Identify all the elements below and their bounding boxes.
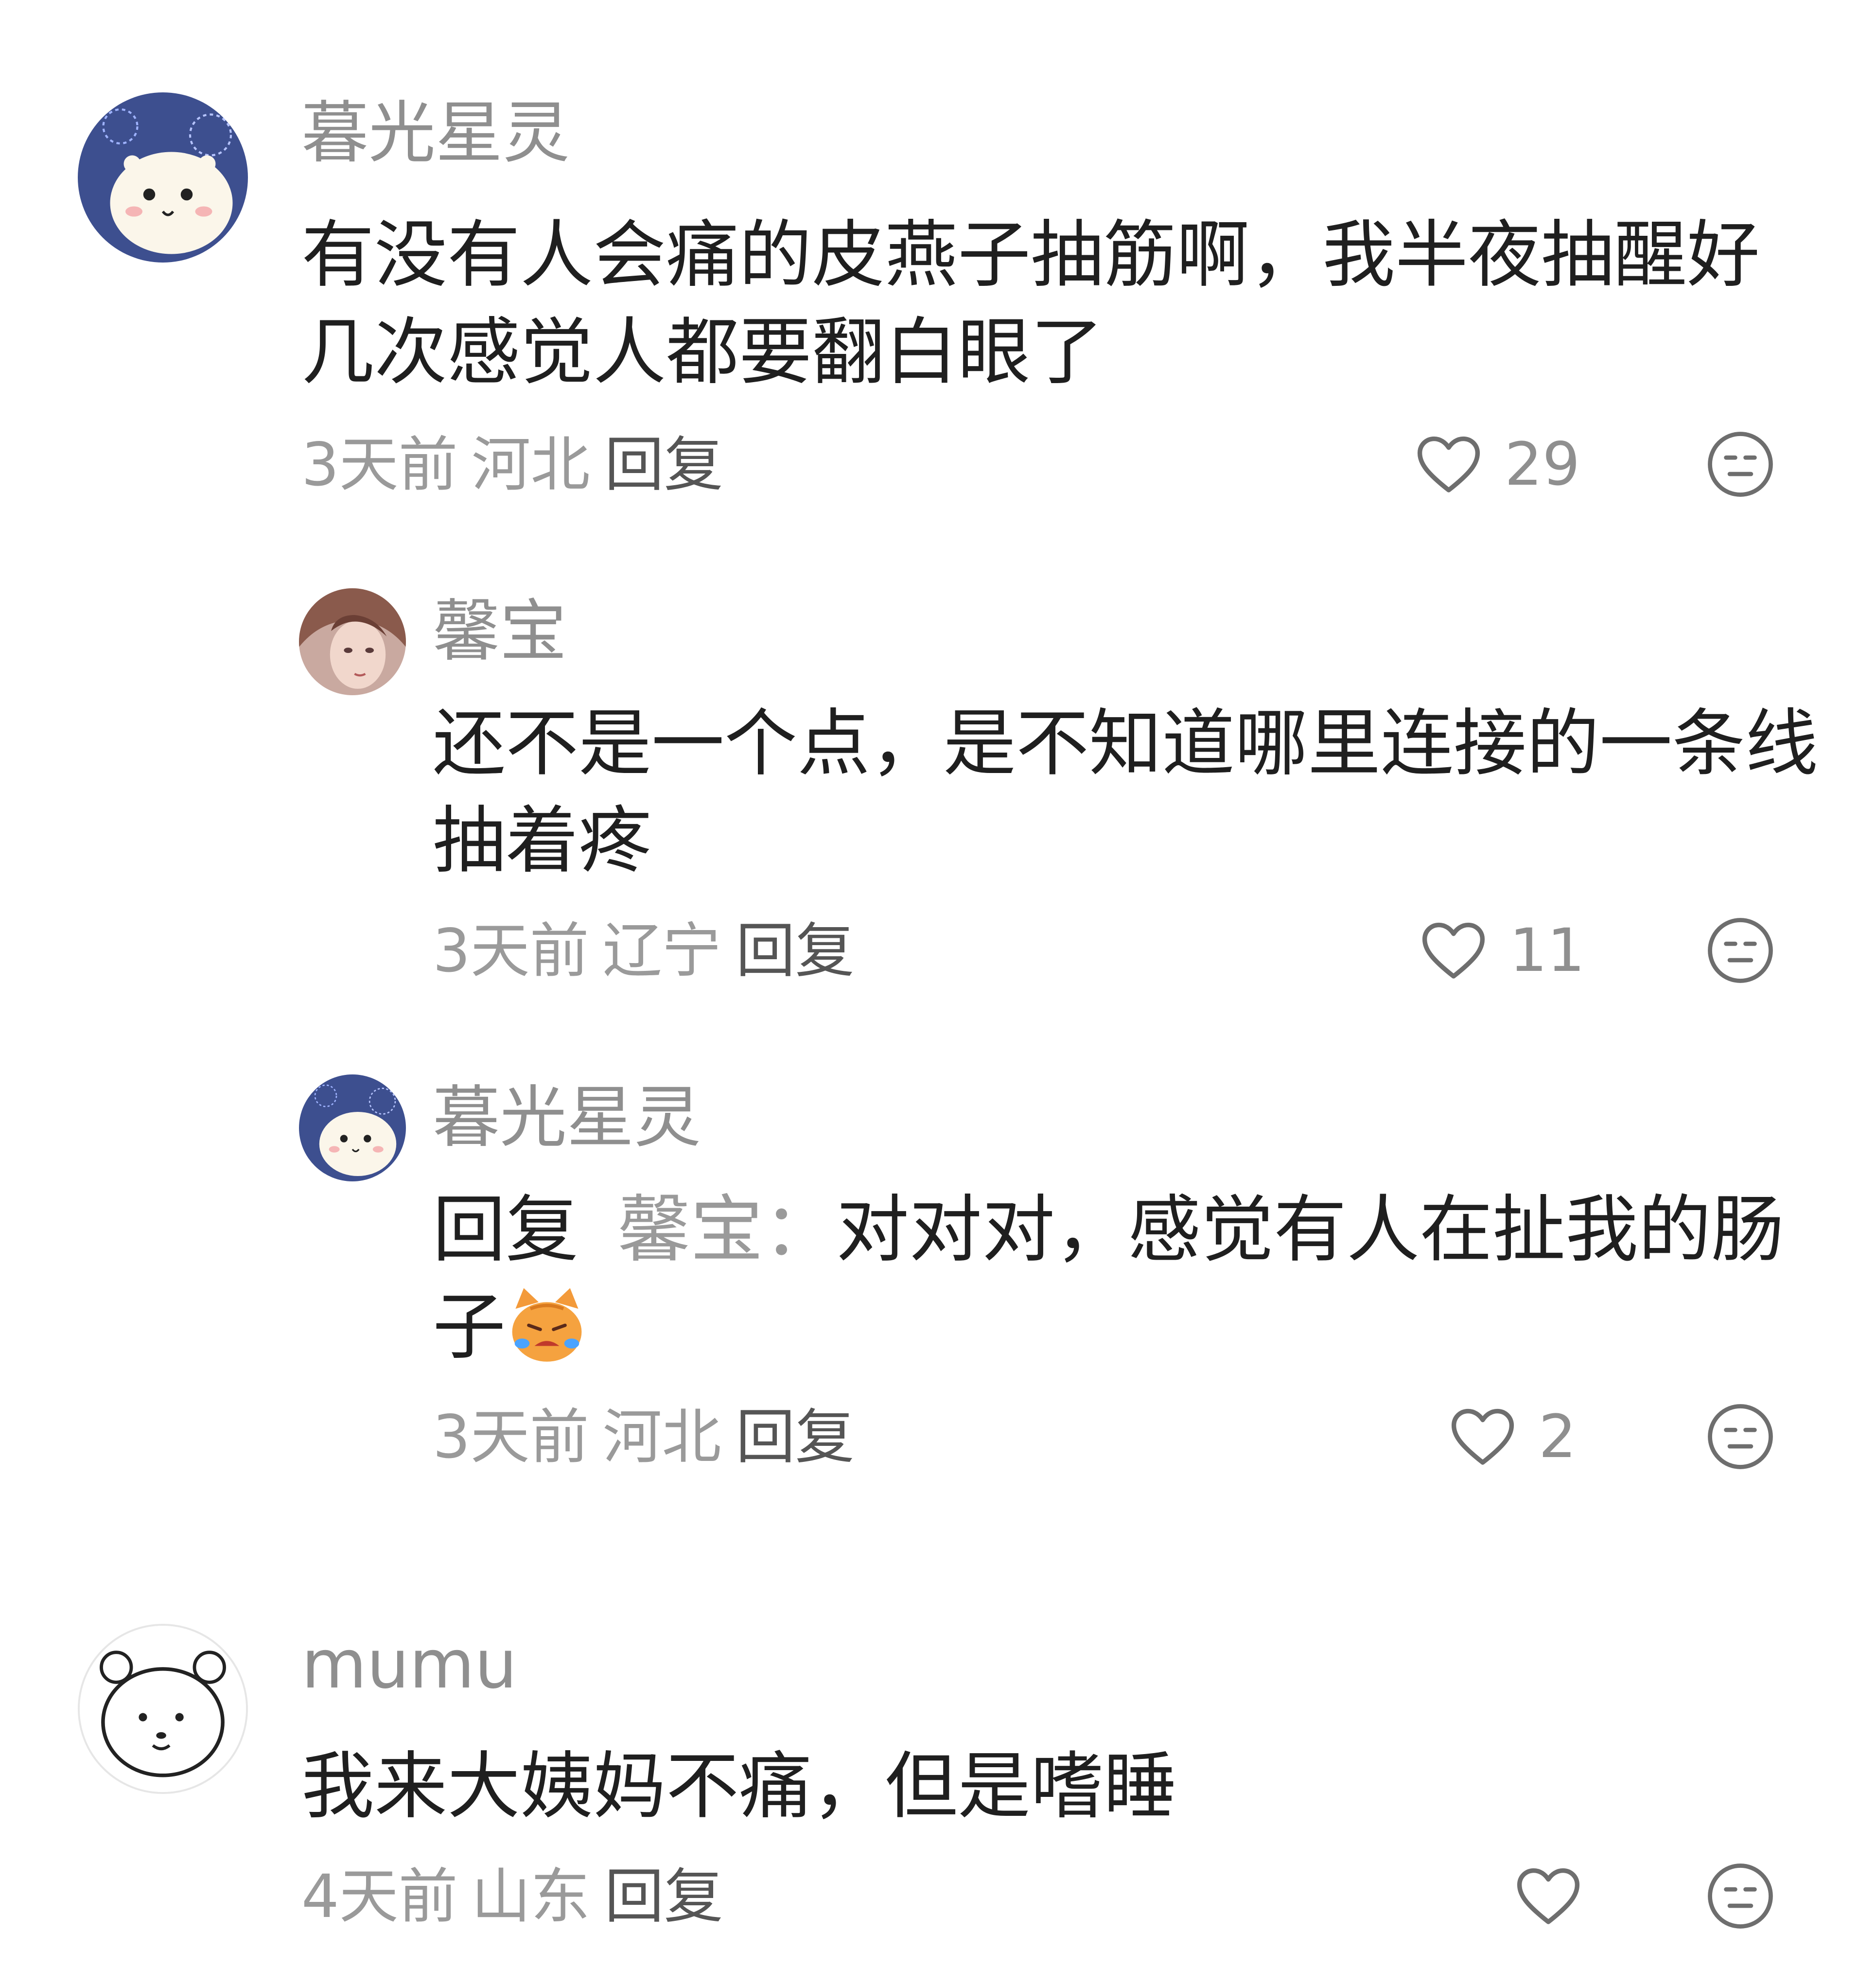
white-bear-avatar-icon	[80, 1626, 246, 1792]
comment-meta: 3天前 河北 回复	[433, 1407, 855, 1467]
comment-meta: 3天前 辽宁 回复	[433, 921, 855, 981]
location: 辽宁	[602, 916, 721, 985]
avatar[interactable]	[78, 1624, 248, 1794]
dislike-button[interactable]	[1704, 428, 1777, 501]
hamster-fireworks-avatar-icon	[78, 92, 248, 263]
mention-username[interactable]: 馨宝	[617, 1188, 763, 1272]
like-button[interactable]: 11	[1417, 914, 1585, 987]
like-count: 29	[1505, 430, 1580, 499]
crying-cat-emoji-icon	[506, 1284, 588, 1367]
neutral-face-icon	[1708, 432, 1773, 497]
location: 河北	[471, 430, 590, 499]
username[interactable]: mumu	[301, 1631, 517, 1698]
heart-icon	[1517, 1868, 1580, 1924]
mention-colon: ：	[763, 1188, 837, 1272]
comment-text-block: 回复 馨宝：对对对，感觉有人在扯我的肠子	[433, 1181, 1833, 1376]
reply-button[interactable]: 回复	[605, 430, 723, 499]
neutral-face-icon	[1708, 1863, 1773, 1929]
like-button[interactable]	[1512, 1860, 1604, 1933]
like-button[interactable]: 2	[1446, 1400, 1577, 1473]
comment-text: 有没有人会痛的皮燕子抽筋啊，我半夜抽醒好几次感觉人都要翻白眼了	[301, 213, 1760, 395]
reply-button[interactable]: 回复	[736, 916, 855, 985]
like-count: 11	[1509, 916, 1585, 985]
avatar[interactable]	[78, 92, 248, 263]
timestamp: 3天前	[301, 430, 458, 499]
avatar[interactable]	[299, 1074, 406, 1181]
comment-text: 还不是一个点，是不知道哪里连接的一条线抽着疼	[433, 702, 1819, 883]
heart-icon	[1422, 922, 1485, 979]
anime-girl-avatar-icon	[299, 588, 406, 695]
comment-meta: 3天前 河北 回复	[301, 435, 723, 494]
reply-prefix: 回复	[433, 1188, 579, 1272]
neutral-face-icon	[1708, 1404, 1773, 1469]
comment-meta: 4天前 山东 回复	[301, 1867, 723, 1926]
reply-button[interactable]: 回复	[605, 1862, 723, 1931]
username[interactable]: 馨宝	[433, 598, 567, 665]
comment-text: 我来大姨妈不痛，但是嗜睡	[301, 1744, 1177, 1829]
neutral-face-icon	[1708, 918, 1773, 983]
dislike-button[interactable]	[1704, 1860, 1777, 1933]
dislike-button[interactable]	[1704, 914, 1777, 987]
timestamp: 3天前	[433, 1403, 589, 1472]
timestamp: 4天前	[301, 1862, 458, 1931]
dislike-button[interactable]	[1704, 1400, 1777, 1473]
reply-button[interactable]: 回复	[736, 1403, 855, 1472]
username[interactable]: 暮光星灵	[301, 100, 570, 167]
heart-icon	[1451, 1408, 1514, 1465]
location: 河北	[602, 1403, 721, 1472]
timestamp: 3天前	[433, 916, 589, 985]
hamster-fireworks-avatar-icon	[299, 1074, 406, 1181]
heart-icon	[1417, 436, 1480, 492]
location: 山东	[471, 1862, 590, 1931]
avatar[interactable]	[299, 588, 406, 695]
like-count: 2	[1539, 1402, 1577, 1471]
username[interactable]: 暮光星灵	[433, 1084, 701, 1151]
like-button[interactable]: 29	[1412, 428, 1580, 501]
